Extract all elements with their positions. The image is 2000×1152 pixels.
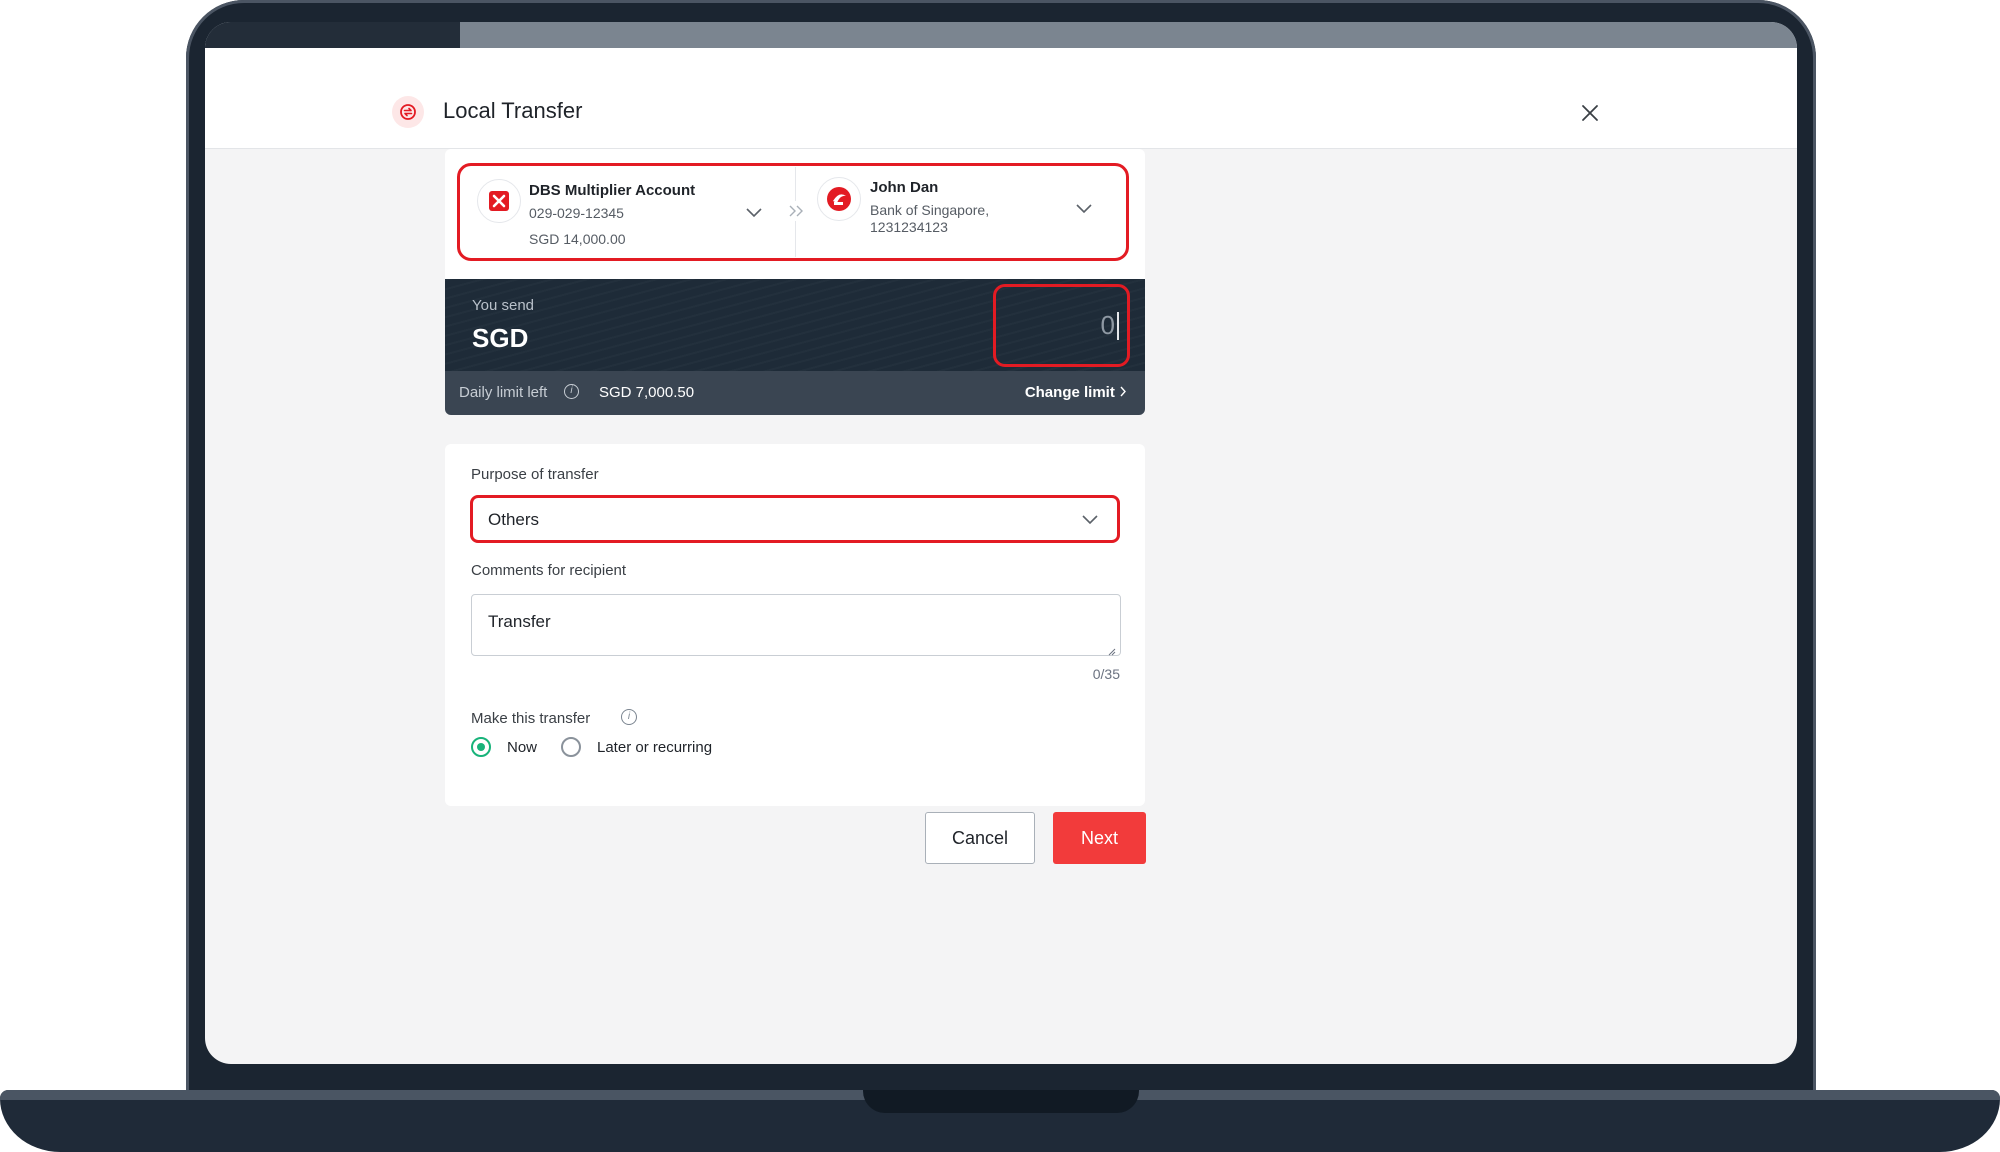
send-label: You send <box>472 297 535 314</box>
text-caret <box>1117 311 1119 340</box>
radio-later-label[interactable]: Later or recurring <box>597 739 712 756</box>
account-card: DBS Multiplier Account 029-029-12345 SGD… <box>445 149 1145 279</box>
modal-header: Local Transfer <box>205 48 1797 149</box>
change-limit-link[interactable]: Change limit <box>1025 384 1127 401</box>
comments-value: Transfer <box>488 612 551 631</box>
info-icon[interactable]: i <box>621 709 637 725</box>
next-button[interactable]: Next <box>1053 812 1146 864</box>
double-chevron-right-icon <box>782 201 810 221</box>
info-icon[interactable]: i <box>564 384 579 399</box>
close-icon[interactable] <box>1575 98 1605 128</box>
to-account-name[interactable]: John Dan <box>870 179 938 196</box>
from-account-name[interactable]: DBS Multiplier Account <box>529 182 695 199</box>
radio-later[interactable] <box>561 737 581 757</box>
progress-bar <box>205 22 1797 48</box>
from-account-number: 029-029-12345 <box>529 205 624 221</box>
transfer-form-card: Purpose of transfer Others Comments for … <box>445 444 1145 806</box>
send-amount-panel: You send SGD 0 <box>445 279 1145 371</box>
to-account-number: 1231234123 <box>870 219 948 235</box>
from-account-chevron-down-icon[interactable] <box>745 205 763 223</box>
purpose-value: Others <box>488 510 540 529</box>
to-account-chevron-down-icon[interactable] <box>1075 201 1093 219</box>
comments-label: Comments for recipient <box>471 562 627 579</box>
purpose-label: Purpose of transfer <box>471 466 599 483</box>
purpose-select[interactable]: Others <box>470 495 1120 543</box>
transfer-icon <box>392 96 424 128</box>
laptop-notch <box>863 1090 1139 1113</box>
bank-of-singapore-logo-icon <box>817 177 861 221</box>
char-count: 0/35 <box>1092 666 1120 682</box>
send-currency: SGD <box>472 323 529 353</box>
comments-textarea[interactable]: Transfer <box>471 594 1121 656</box>
daily-limit-label: Daily limit left <box>459 384 548 401</box>
daily-limit-value: SGD 7,000.50 <box>599 384 695 401</box>
schedule-label: Make this transfer <box>471 710 591 727</box>
chevron-down-icon <box>1081 512 1099 530</box>
from-account-balance: SGD 14,000.00 <box>529 231 626 247</box>
chevron-right-icon <box>1119 384 1127 401</box>
change-limit-label: Change limit <box>1024 384 1115 401</box>
page-title: Local Transfer <box>443 98 583 123</box>
amount-value: 0 <box>1100 310 1115 340</box>
amount-input[interactable]: 0 <box>993 284 1130 367</box>
resize-handle-icon[interactable] <box>1108 643 1116 656</box>
cancel-button[interactable]: Cancel <box>925 812 1035 864</box>
radio-now[interactable] <box>471 737 491 757</box>
radio-now-label[interactable]: Now <box>507 739 537 756</box>
dbs-logo-icon <box>477 179 521 223</box>
progress-fill <box>205 22 460 48</box>
daily-limit-bar: Daily limit left i SGD 7,000.50 Change l… <box>445 371 1145 415</box>
to-account-bank: Bank of Singapore, <box>870 202 990 218</box>
